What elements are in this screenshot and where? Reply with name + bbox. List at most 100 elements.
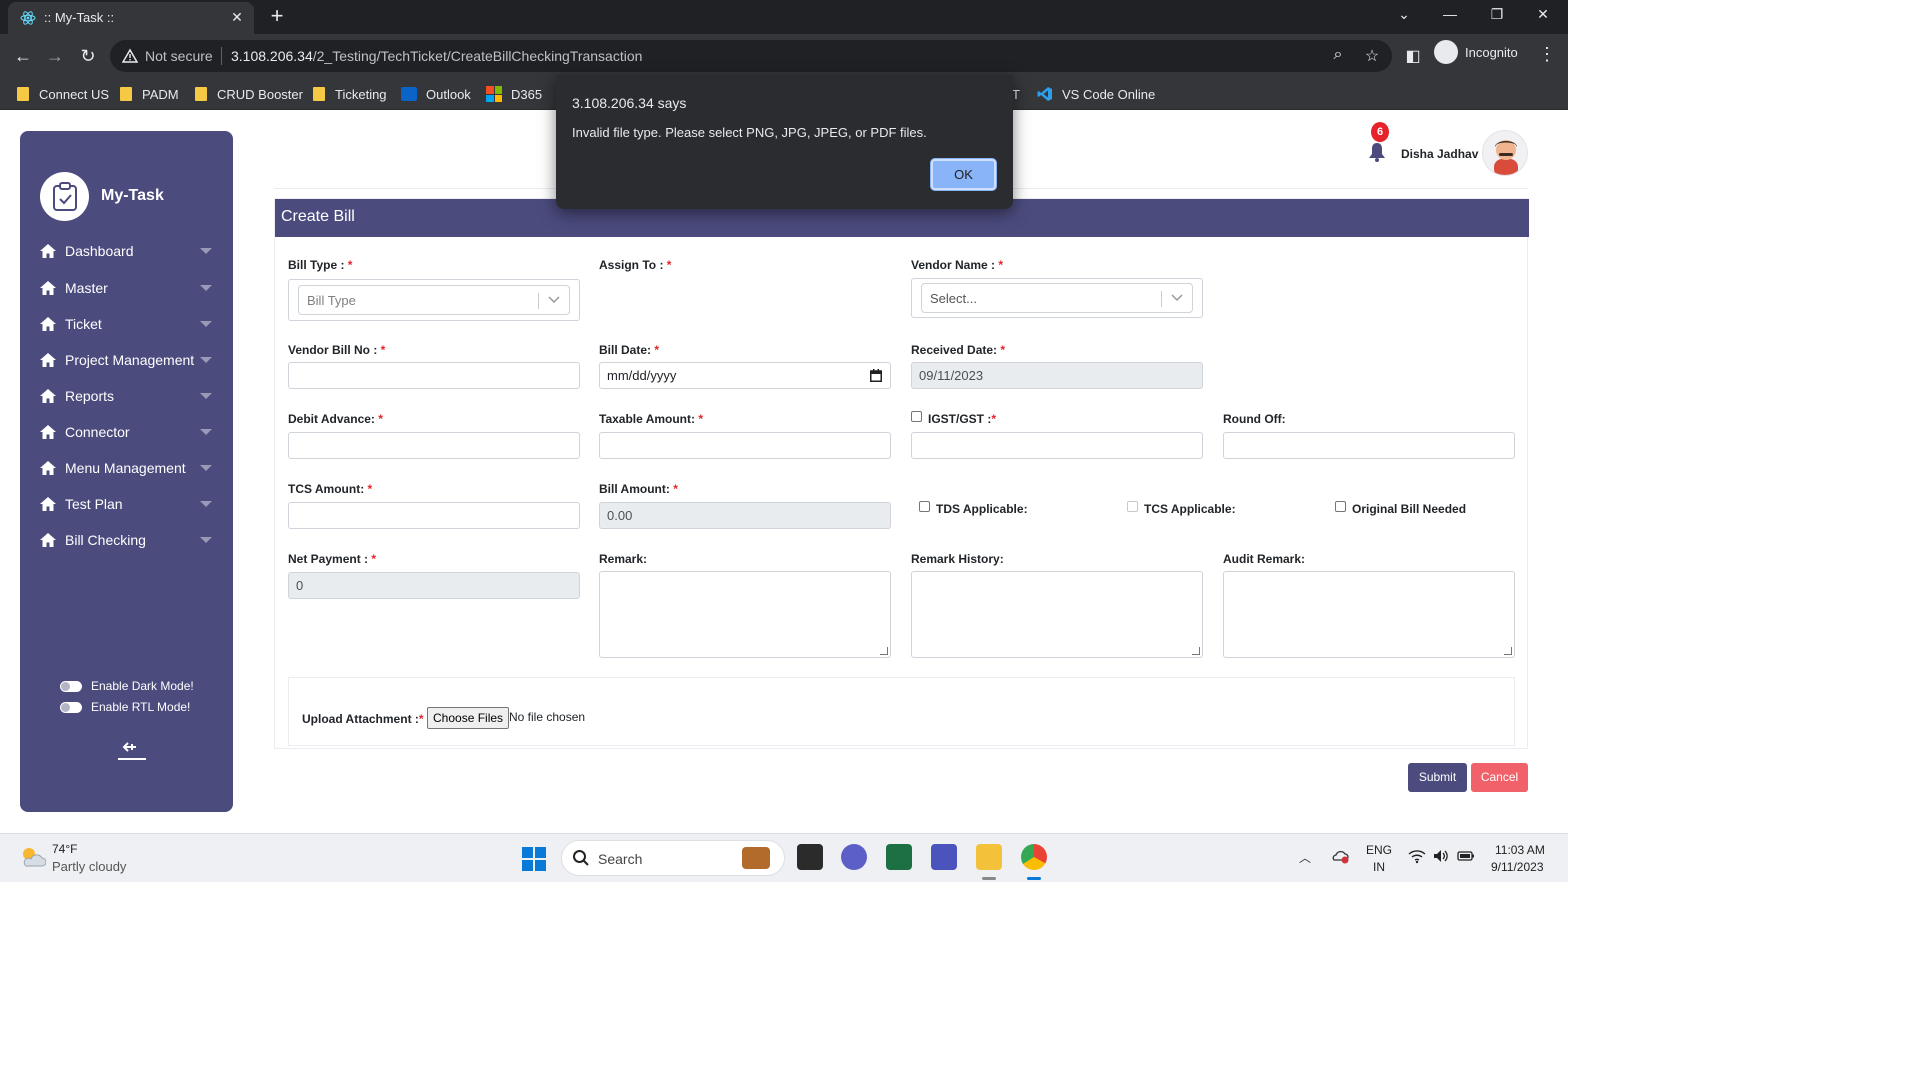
reload-icon[interactable]: ↻ [77, 45, 99, 67]
tcs-applicable-checkbox[interactable] [1127, 501, 1138, 512]
close-window-button[interactable]: ✕ [1533, 6, 1553, 23]
logo[interactable] [40, 172, 89, 221]
weather-description: Partly cloudy [52, 859, 127, 874]
language-line1[interactable]: ENG [1366, 843, 1392, 857]
net-payment-input: 0 [288, 572, 580, 599]
zoom-icon[interactable]: ⌕ [1328, 46, 1348, 64]
taskbar-search[interactable]: Search [561, 840, 785, 876]
bill-date-value: mm/dd/yyyy [607, 368, 677, 383]
bookmark-outlook[interactable]: Outlook [401, 84, 471, 104]
original-bill-needed-checkbox[interactable] [1335, 501, 1346, 512]
taxable-amount-input[interactable] [599, 432, 891, 459]
alert-ok-button[interactable]: OK [931, 159, 996, 190]
new-tab-button[interactable]: + [266, 4, 288, 28]
audit-remark-textarea[interactable] [1223, 571, 1515, 658]
igst-gst-input[interactable] [911, 432, 1203, 459]
tcs-amount-label: TCS Amount: * [288, 482, 372, 496]
language-line2[interactable]: IN [1373, 860, 1385, 874]
teams-chat-icon[interactable] [841, 844, 867, 870]
bookmark-ticketing[interactable]: Ticketing [313, 84, 387, 104]
tray-overflow-icon[interactable]: ︿ [1299, 849, 1311, 866]
bookmark-star-icon[interactable]: ☆ [1362, 46, 1382, 66]
windows-start-icon[interactable] [522, 847, 546, 871]
sidebar-item-dashboard[interactable]: Dashboard [40, 239, 212, 263]
onedrive-error-icon[interactable] [1331, 848, 1349, 864]
bookmark-crud-booster[interactable]: CRUD Booster [195, 84, 303, 104]
minimize-button[interactable]: — [1440, 6, 1460, 22]
home-icon [40, 353, 56, 367]
collapse-sidebar-icon[interactable] [118, 739, 146, 761]
vendor-name-placeholder: Select... [930, 291, 977, 306]
remark-textarea[interactable] [599, 571, 891, 658]
calendar-icon[interactable] [870, 369, 882, 382]
bookmark-connect-us[interactable]: Connect US [17, 84, 109, 104]
sidebar-item-label: Menu Management [65, 460, 186, 476]
teams-icon[interactable] [931, 844, 957, 870]
tds-applicable-checkbox[interactable] [919, 501, 930, 512]
battery-icon[interactable] [1457, 848, 1475, 864]
microsoft-icon [486, 86, 502, 102]
create-bill-card: Create Bill Bill Type : * Bill Type Assi… [274, 198, 1529, 749]
remark-history-textarea[interactable] [911, 571, 1203, 658]
brand-name: My-Task [101, 187, 164, 204]
sidebar-item-reports[interactable]: Reports [40, 384, 212, 408]
forward-icon[interactable]: → [44, 45, 66, 67]
sidebar-item-ticket[interactable]: Ticket [40, 312, 212, 336]
clock-date[interactable]: 9/11/2023 [1491, 860, 1544, 874]
clipboard-check-icon [53, 182, 77, 211]
chrome-icon[interactable] [1021, 844, 1047, 870]
clock-time[interactable]: 11:03 AM [1495, 843, 1545, 857]
bookmark-d365[interactable]: D365 [486, 84, 542, 104]
avatar[interactable] [1482, 130, 1528, 176]
security-label: Not secure [145, 48, 213, 64]
required-mark: * [418, 712, 424, 726]
wifi-icon[interactable] [1408, 848, 1426, 864]
rtl-mode-toggle[interactable] [60, 702, 82, 713]
file-explorer-icon[interactable] [976, 844, 1002, 870]
active-app-indicator [1027, 877, 1041, 880]
sidebar-item-connector[interactable]: Connector [40, 420, 212, 444]
tcs-amount-input[interactable] [288, 502, 580, 529]
sidebar-item-test-plan[interactable]: Test Plan [40, 492, 212, 516]
bell-icon[interactable] [1368, 142, 1386, 162]
vendor-name-wrapper: Select... [911, 278, 1203, 318]
user-name[interactable]: Disha Jadhav [1401, 147, 1478, 161]
excel-icon[interactable] [886, 844, 912, 870]
cancel-button[interactable]: Cancel [1471, 763, 1528, 792]
required-mark: * [371, 552, 377, 566]
dark-mode-toggle[interactable] [60, 681, 82, 692]
igst-gst-checkbox[interactable] [911, 411, 922, 422]
sidebar-item-bill-checking[interactable]: Bill Checking [40, 528, 212, 552]
tab-search-icon[interactable]: ⌄ [1394, 6, 1414, 23]
round-off-input[interactable] [1223, 432, 1515, 459]
task-view-icon[interactable] [797, 844, 823, 870]
home-icon [40, 317, 56, 331]
side-panel-icon[interactable]: ◧ [1403, 46, 1423, 66]
alert-message: Invalid file type. Please select PNG, JP… [572, 125, 927, 140]
vendor-name-select[interactable]: Select... [921, 283, 1193, 313]
briefcase-icon [742, 847, 770, 869]
browser-menu-icon[interactable]: ⋮ [1538, 44, 1556, 65]
submit-button[interactable]: Submit [1408, 763, 1467, 792]
label-text: Debit Advance: [288, 412, 379, 426]
restore-button[interactable]: ❐ [1487, 6, 1507, 23]
choose-files-button[interactable]: Choose Files [427, 707, 510, 729]
volume-icon[interactable] [1432, 848, 1450, 864]
sidebar-item-menu-management[interactable]: Menu Management [40, 456, 212, 480]
bookmark-partial[interactable]: T [1012, 84, 1020, 104]
bookmark-padm[interactable]: PADM [120, 84, 179, 104]
back-icon[interactable]: ← [12, 45, 34, 67]
bookmark-vs-code-online[interactable]: VS Code Online [1037, 84, 1155, 104]
sidebar-item-master[interactable]: Master [40, 276, 212, 300]
vendor-bill-no-input[interactable] [288, 362, 580, 389]
label-text: IGST/GST : [928, 412, 992, 426]
debit-advance-input[interactable] [288, 432, 580, 459]
required-mark: * [698, 412, 704, 426]
browser-tab[interactable]: :: My-Task :: ✕ [8, 2, 254, 34]
address-bar[interactable]: Not secure 3.108.206.34/2_Testing/TechTi… [110, 40, 1392, 72]
close-tab-icon[interactable]: ✕ [228, 8, 246, 26]
sidebar-item-project-management[interactable]: Project Management [40, 348, 212, 372]
bill-type-select[interactable]: Bill Type [298, 285, 570, 315]
partly-cloudy-icon[interactable] [18, 844, 46, 870]
bill-date-input[interactable]: mm/dd/yyyy [599, 362, 891, 389]
